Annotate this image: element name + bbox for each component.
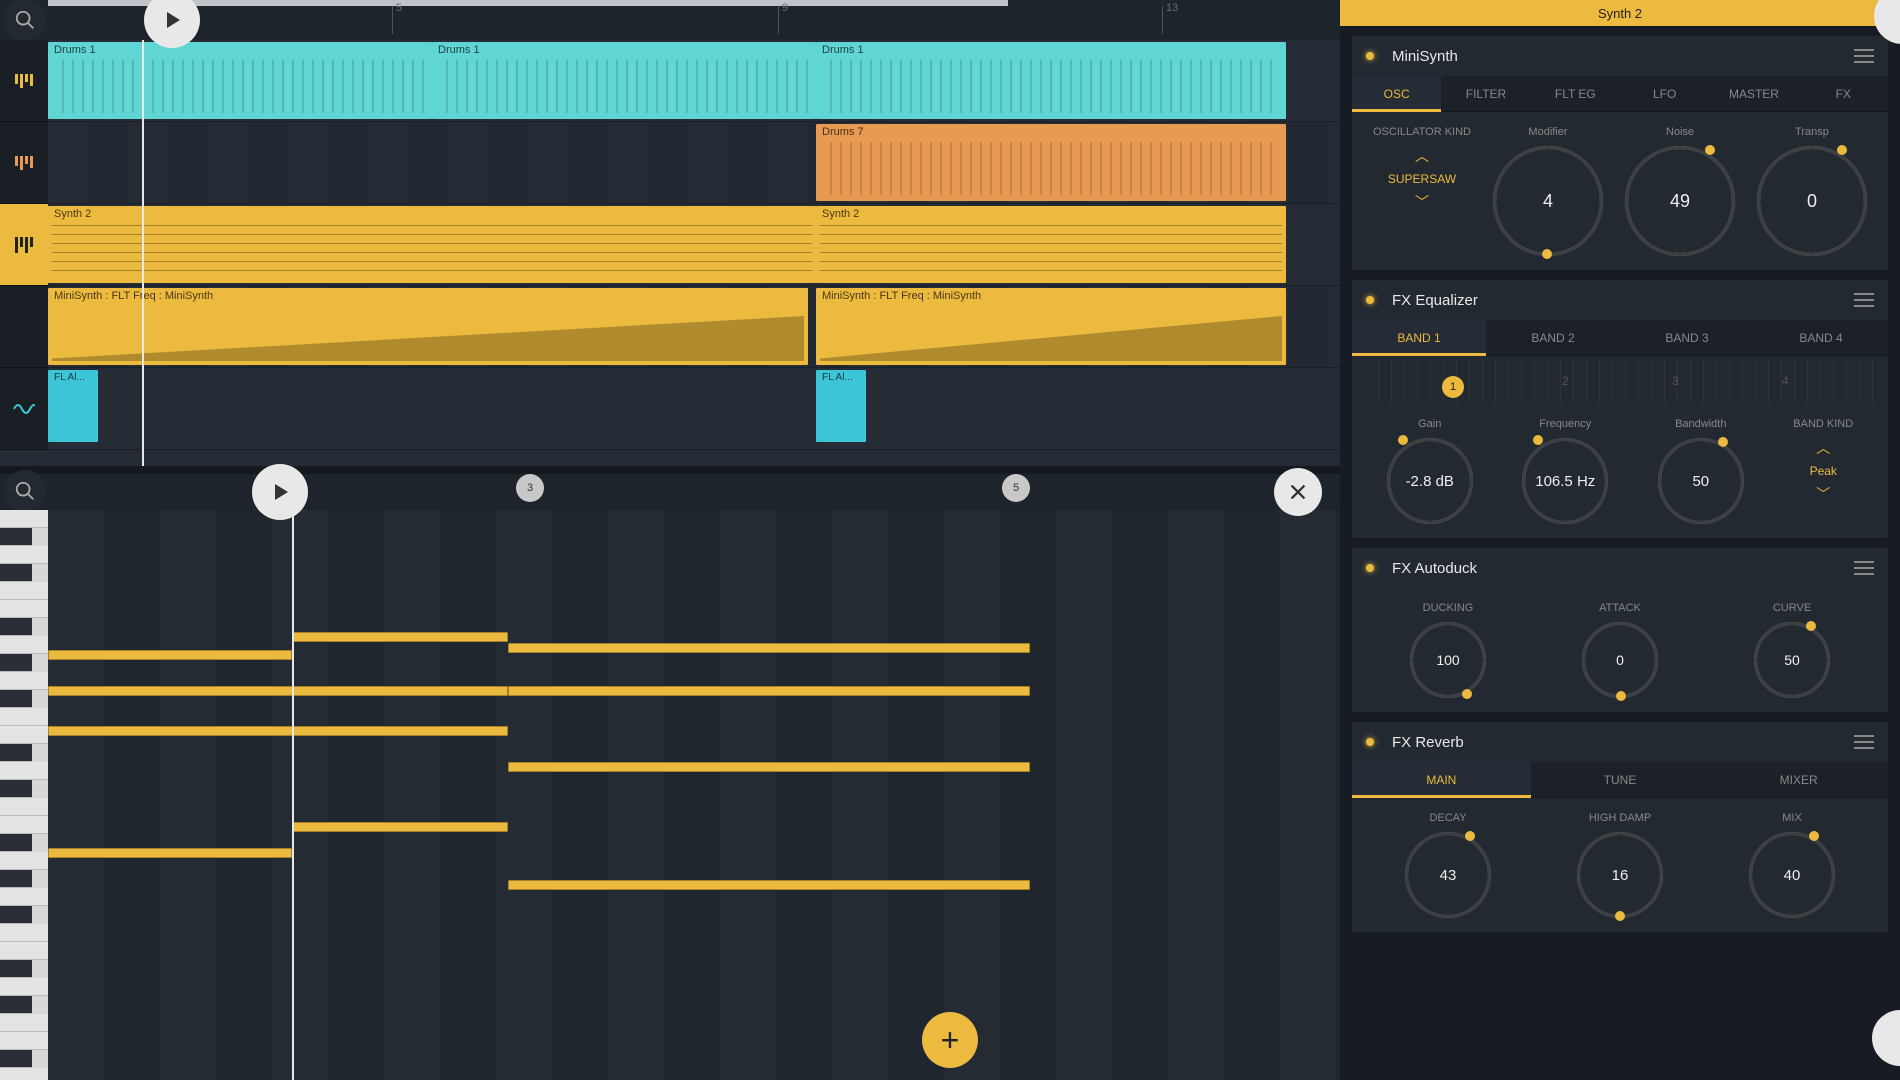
menu-icon[interactable] (1854, 735, 1874, 749)
wave-icon (13, 400, 35, 418)
eq-spectrum[interactable]: 1 2 3 4 (1366, 360, 1874, 404)
tab-fx[interactable]: FX (1799, 76, 1888, 111)
ruler-marker[interactable]: 5 (1002, 474, 1030, 502)
midi-note[interactable] (508, 643, 1030, 653)
enable-dot[interactable] (1366, 52, 1374, 60)
playlist: 5 9 13 Drums 1 Drums 1 Drums 1 Drums 7 (0, 0, 1340, 466)
knob-mix[interactable]: 40 (1749, 832, 1835, 918)
eq-band-handle[interactable]: 1 (1442, 376, 1464, 398)
clip-automation[interactable]: MiniSynth : FLT Freq : MiniSynth (816, 288, 1286, 365)
clip-drums1[interactable]: Drums 1 (816, 42, 1286, 119)
reverb-panel: FX Reverb MAIN TUNE MIXER DECAY43 HIGH D… (1352, 722, 1888, 932)
midi-note[interactable] (508, 762, 1030, 772)
chevron-down-icon[interactable]: ﹀ (1816, 484, 1830, 504)
knob-attack[interactable]: 0 (1582, 622, 1658, 698)
ruler-mark: 5 (396, 2, 402, 14)
knob-ducking[interactable]: 100 (1410, 622, 1486, 698)
midi-note[interactable] (48, 726, 508, 736)
tab-mixer[interactable]: MIXER (1709, 762, 1888, 797)
clip-drums1[interactable]: Drums 1 (48, 42, 432, 119)
tab-flteg[interactable]: FLT EG (1531, 76, 1620, 111)
playlist-playhead[interactable] (142, 40, 144, 466)
track-drums2: Drums 7 (0, 122, 1340, 204)
pianoroll: 3 5 5 (0, 466, 1340, 1080)
midi-note[interactable] (292, 822, 508, 832)
panel-title: Synth 2 (1340, 0, 1900, 26)
ruler-mark: 13 (1166, 2, 1178, 14)
zoom-icon[interactable] (4, 0, 46, 41)
channel-rack-panel: Synth 2 MiniSynth OSC FILTER FLT EG LFO … (1340, 0, 1900, 1080)
piano-icon (15, 237, 33, 253)
tab-band1[interactable]: BAND 1 (1352, 320, 1486, 355)
clip-audio[interactable]: FL Al... (48, 370, 98, 442)
play-button[interactable] (252, 464, 308, 520)
knob-modifier[interactable]: 4 (1493, 146, 1603, 256)
ruler-mark: 9 (782, 2, 788, 14)
minisynth-panel: MiniSynth OSC FILTER FLT EG LFO MASTER F… (1352, 36, 1888, 270)
chevron-up-icon[interactable]: ︿ (1816, 438, 1830, 458)
knob-gain[interactable]: -2.8 dB (1387, 438, 1473, 524)
knob-noise[interactable]: 49 (1625, 146, 1735, 256)
chevron-up-icon[interactable]: ︿ (1415, 146, 1429, 166)
minisynth-tabs: OSC FILTER FLT EG LFO MASTER FX (1352, 76, 1888, 112)
knob-curve[interactable]: 50 (1754, 622, 1830, 698)
note-grid[interactable] (48, 510, 1340, 1080)
playlist-ruler[interactable]: 5 9 13 (0, 0, 1340, 40)
step-icon (15, 156, 33, 170)
clip-synth2[interactable]: Synth 2 (816, 206, 1286, 283)
knob-decay[interactable]: 43 (1405, 832, 1491, 918)
midi-note[interactable] (48, 650, 292, 660)
equalizer-panel: FX Equalizer BAND 1 BAND 2 BAND 3 BAND 4… (1352, 280, 1888, 538)
track-audio: FL Al... FL Al... (0, 368, 1340, 450)
ruler-marker[interactable]: 3 (516, 474, 544, 502)
clip-drums7[interactable]: Drums 7 (816, 124, 1286, 201)
knob-transp[interactable]: 0 (1757, 146, 1867, 256)
tab-master[interactable]: MASTER (1709, 76, 1798, 111)
tab-osc[interactable]: OSC (1352, 76, 1441, 111)
tab-band3[interactable]: BAND 3 (1620, 320, 1754, 355)
clip-drums1[interactable]: Drums 1 (432, 42, 816, 119)
midi-note[interactable] (508, 686, 1030, 696)
autoduck-panel: FX Autoduck DUCKING100 ATTACK0 CURVE50 (1352, 548, 1888, 712)
enable-dot[interactable] (1366, 738, 1374, 746)
track-synth: Synth 2 Synth 2 (0, 204, 1340, 286)
corner-button[interactable] (1872, 1010, 1900, 1066)
band-kind-selector[interactable]: ︿ Peak ﹀ (1810, 438, 1837, 504)
osc-kind-selector[interactable]: ︿ SUPERSAW ﹀ (1388, 146, 1456, 212)
tab-filter[interactable]: FILTER (1441, 76, 1530, 111)
knob-frequency[interactable]: 106.5 Hz (1522, 438, 1608, 524)
menu-icon[interactable] (1854, 561, 1874, 575)
pianoroll-ruler[interactable]: 3 5 (0, 474, 1340, 510)
track-automation: MiniSynth : FLT Freq : MiniSynth MiniSyn… (0, 286, 1340, 368)
piano-keys[interactable]: 5 (0, 510, 48, 1080)
knob-highdamp[interactable]: 16 (1577, 832, 1663, 918)
enable-dot[interactable] (1366, 564, 1374, 572)
clip-audio[interactable]: FL Al... (816, 370, 866, 442)
clip-automation[interactable]: MiniSynth : FLT Freq : MiniSynth (48, 288, 808, 365)
midi-note[interactable] (508, 880, 1030, 890)
step-icon (15, 74, 33, 88)
tab-band2[interactable]: BAND 2 (1486, 320, 1620, 355)
midi-note[interactable] (292, 632, 508, 642)
tab-band4[interactable]: BAND 4 (1754, 320, 1888, 355)
midi-note[interactable] (48, 686, 508, 696)
knob-bandwidth[interactable]: 50 (1658, 438, 1744, 524)
pianoroll-playhead[interactable] (292, 510, 294, 1080)
close-button[interactable] (1274, 468, 1322, 516)
midi-note[interactable] (48, 848, 292, 858)
enable-dot[interactable] (1366, 296, 1374, 304)
track-drums: Drums 1 Drums 1 Drums 1 (0, 40, 1340, 122)
chevron-down-icon[interactable]: ﹀ (1415, 192, 1429, 212)
menu-icon[interactable] (1854, 293, 1874, 307)
tab-lfo[interactable]: LFO (1620, 76, 1709, 111)
zoom-icon[interactable] (4, 470, 46, 512)
tab-tune[interactable]: TUNE (1531, 762, 1710, 797)
tab-main[interactable]: MAIN (1352, 762, 1531, 797)
menu-icon[interactable] (1854, 49, 1874, 63)
clip-synth2[interactable]: Synth 2 (48, 206, 816, 283)
